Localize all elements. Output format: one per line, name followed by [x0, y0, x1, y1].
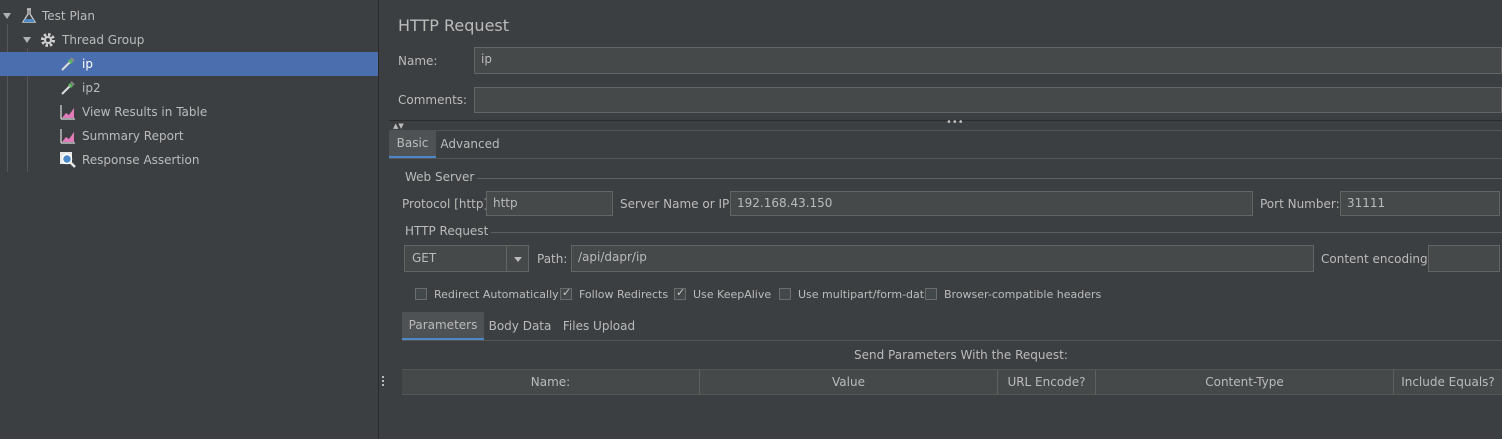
checkbox-label: Use KeepAlive	[693, 288, 772, 301]
test-plan-tree[interactable]: Test Plan Thread Group ip ip2 View Resul…	[0, 0, 378, 439]
method-value: GET	[412, 251, 437, 265]
path-label: Path:	[537, 252, 568, 266]
http-request-group-title: HTTP Request	[402, 224, 492, 238]
tree-item-label: View Results in Table	[82, 105, 208, 119]
browser-compatible-headers-checkbox[interactable]	[925, 288, 937, 300]
column-header-name[interactable]: Name:	[402, 370, 700, 394]
method-select[interactable]: GET	[404, 245, 529, 272]
use-keepalive-checkbox[interactable]	[674, 286, 686, 300]
column-header-url-encode[interactable]: URL Encode?	[998, 370, 1096, 394]
tree-item-label: Thread Group	[62, 33, 145, 47]
gear-icon	[39, 31, 57, 49]
request-tabs: Basic Advanced	[389, 130, 1502, 159]
server-name-input[interactable]: 192.168.43.150	[730, 191, 1253, 216]
web-server-group-title: Web Server	[402, 170, 478, 184]
tab-advanced[interactable]: Advanced	[437, 130, 503, 158]
grip-dot	[382, 376, 384, 378]
parameters-table-header: Name: Value URL Encode? Content-Type Inc…	[402, 369, 1502, 395]
name-input[interactable]: ip	[474, 47, 1502, 74]
protocol-label: Protocol [http]:	[402, 197, 493, 211]
column-header-include-equals[interactable]: Include Equals?	[1394, 370, 1502, 394]
comments-label: Comments:	[398, 93, 468, 107]
grip-dot	[382, 380, 384, 382]
tree-item-thread-group[interactable]: Thread Group	[0, 28, 378, 52]
tree-item-label: Response Assertion	[82, 153, 200, 167]
tab-files-upload[interactable]: Files Upload	[557, 312, 641, 340]
drag-handle-icon[interactable]: •••	[946, 117, 964, 128]
tree-item-summary-report[interactable]: Summary Report	[0, 124, 378, 148]
redirect-automatically-checkbox[interactable]	[415, 288, 427, 300]
use-multipart-checkbox[interactable]	[779, 288, 791, 300]
tree-item-view-results-in-table[interactable]: View Results in Table	[0, 100, 378, 124]
http-request-panel: HTTP Request Name: ip Comments: ▲▼ ••• B…	[389, 0, 1502, 439]
grip-dot	[382, 384, 384, 386]
tab-basic[interactable]: Basic	[389, 130, 436, 158]
tree-item-test-plan[interactable]: Test Plan	[0, 4, 378, 28]
port-number-label: Port Number:	[1260, 197, 1340, 211]
name-label: Name:	[398, 54, 438, 68]
checkbox-label: Use multipart/form-data	[798, 288, 931, 301]
tree-item-label: ip2	[82, 81, 101, 95]
body-tabs: Parameters Body Data Files Upload	[402, 312, 1502, 341]
tree-item-label: Summary Report	[82, 129, 184, 143]
parameters-caption: Send Parameters With the Request:	[854, 348, 1068, 362]
content-encoding-label: Content encoding:	[1321, 252, 1432, 266]
follow-redirects-checkbox[interactable]	[560, 286, 572, 300]
path-input[interactable]: /api/dapr/ip	[571, 245, 1314, 272]
magnifier-icon	[59, 151, 77, 169]
select-divider	[506, 246, 507, 271]
server-name-label: Server Name or IP:	[620, 197, 734, 211]
expand-arrow-icon[interactable]	[23, 37, 31, 43]
tree-item-label: Test Plan	[42, 9, 95, 23]
checkbox-label: Browser-compatible headers	[944, 288, 1102, 301]
protocol-input[interactable]: http	[486, 191, 613, 216]
pipette-icon	[59, 79, 77, 97]
group-border	[402, 232, 1502, 233]
column-header-content-type[interactable]: Content-Type	[1096, 370, 1394, 394]
pipette-icon	[59, 55, 77, 73]
panel-title: HTTP Request	[398, 16, 510, 35]
port-number-input[interactable]: 31111	[1340, 191, 1500, 216]
tab-parameters[interactable]: Parameters	[402, 312, 484, 340]
group-border	[402, 178, 1502, 179]
tree-item-response-assertion[interactable]: Response Assertion	[0, 148, 378, 172]
comments-input[interactable]	[474, 87, 1502, 113]
chevron-down-icon[interactable]	[514, 257, 522, 262]
expand-arrow-icon[interactable]	[3, 13, 11, 19]
flask-icon	[20, 7, 38, 25]
tree-item-label: ip	[82, 57, 93, 71]
checkbox-label: Follow Redirects	[579, 288, 669, 301]
collapse-arrows-icon[interactable]: ▲▼	[393, 122, 404, 130]
chart-icon	[59, 103, 77, 121]
tree-item-ip[interactable]: ip	[0, 52, 378, 76]
chart-icon	[59, 127, 77, 145]
tab-body-data[interactable]: Body Data	[485, 312, 555, 340]
column-header-value[interactable]: Value	[700, 370, 998, 394]
tree-item-ip2[interactable]: ip2	[0, 76, 378, 100]
content-encoding-input[interactable]	[1428, 245, 1500, 272]
checkbox-label: Redirect Automatically	[434, 288, 559, 301]
